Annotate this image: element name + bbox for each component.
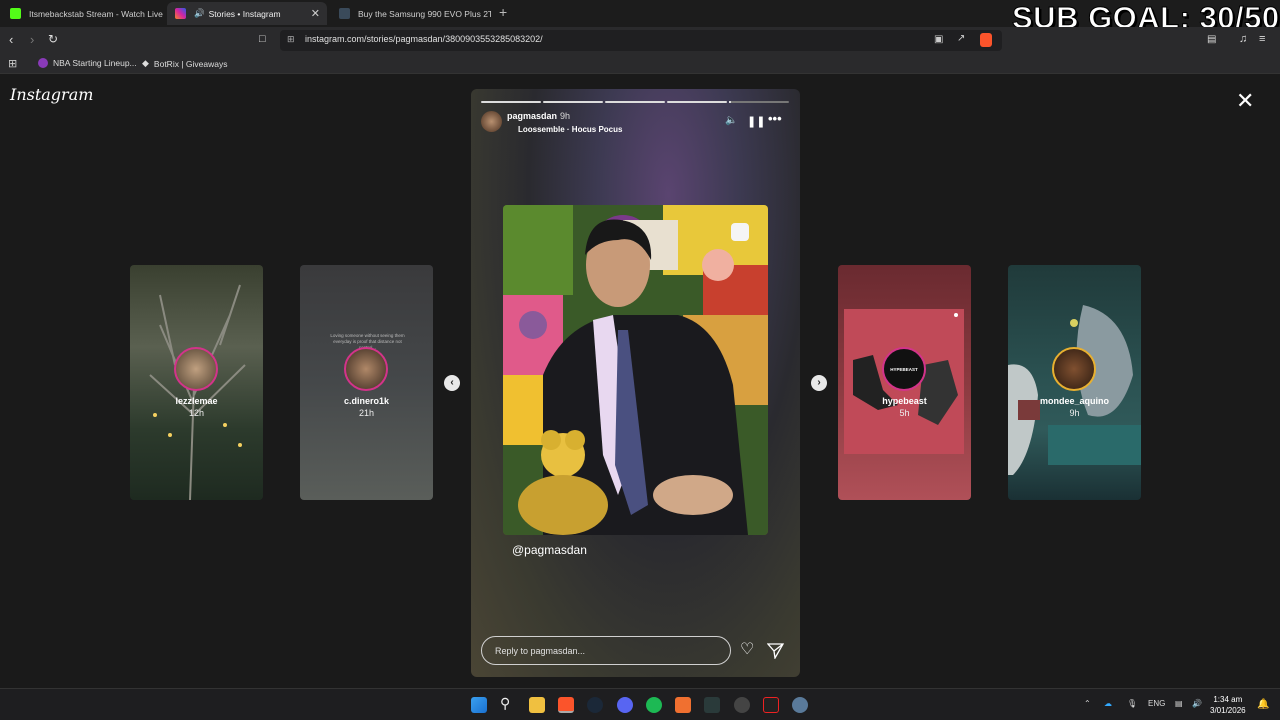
bookmark-botrix[interactable]: ◆ BotRix | Giveaways [142,58,227,69]
app-icon-x[interactable] [763,697,779,713]
side-story-lezzlemae[interactable]: lezzlemae 12h [130,265,263,500]
new-tab-button[interactable]: + [499,4,507,20]
heart-icon[interactable]: ♡ [740,639,754,659]
previous-story-button[interactable]: ‹ [444,375,460,391]
story-username[interactable]: pagmasdan [507,111,557,121]
instagram-icon [175,8,186,19]
story-username: c.dinero1k [343,396,390,406]
story-song[interactable]: Loossemble · Hocus Pocus [518,125,622,134]
avatar [1052,347,1096,391]
sidebar-icon[interactable]: ▤ [1207,34,1216,45]
story-username: lezzlemae [175,396,218,406]
story-time: 12h [188,408,205,418]
clock[interactable]: 1:34 am 3/01/2026 [1210,694,1246,716]
story-username: hypebeast [882,396,927,406]
bookmark-nba[interactable]: NBA Starting Lineup... [38,58,137,68]
apps-grid-icon[interactable]: ⊞ [8,57,17,70]
microphone-icon[interactable]: 🎙 [1127,699,1137,708]
story-photo [503,205,768,535]
botrix-icon: ◆ [142,58,149,68]
clock-date: 3/01/2026 [1210,706,1246,715]
close-stories-icon[interactable]: ✕ [1236,90,1254,112]
reload-icon[interactable]: ↻ [48,32,58,46]
tab-instagram-stories[interactable]: 🔊 Stories • Instagram ✕ [167,2,327,25]
tab-samsung[interactable]: Buy the Samsung 990 EVO Plus 2TB [331,2,491,25]
progress-segment [605,101,665,103]
back-icon[interactable]: ‹ [9,32,13,47]
side-story-c-dinero1k[interactable]: Loving someone without seeing them every… [300,265,433,500]
spotify-icon[interactable] [646,697,662,713]
cast-icon[interactable]: ▣ [934,34,943,45]
pcbyte-icon [339,8,350,19]
close-tab-icon[interactable]: ✕ [311,7,320,20]
tab-label: Itsmebackstab Stream - Watch Live o [29,8,165,19]
story-time: 9h [1069,408,1080,418]
tab-label: Stories • Instagram [208,8,281,19]
progress-segment [543,101,603,103]
reply-input[interactable]: Reply to pagmasdan... [481,636,731,665]
tray-chevron-icon[interactable]: ⌃ [1084,699,1091,708]
brave-shields-icon[interactable] [980,33,992,47]
tab-kick-stream[interactable]: Itsmebackstab Stream - Watch Live o [2,2,165,25]
avatar: HYPEBEAST [882,347,926,391]
story-mention[interactable]: @pagmasdan [512,543,587,557]
kick-icon [10,8,21,19]
site-info-icon[interactable]: ⊞ [287,34,295,45]
obs-icon[interactable] [734,697,750,713]
side-story-mondee-aquino[interactable]: mondee_aquino 9h [1008,265,1141,500]
side-story-hypebeast[interactable]: HYPEBEAST hypebeast 5h [838,265,971,500]
main-story[interactable]: pagmasdan 9h Loossemble · Hocus Pocus 🔈 … [471,89,800,677]
onedrive-icon[interactable]: ☁ [1104,699,1112,708]
taskbar: ⚲ ⌃ ☁ 🎙 ENG ▤ 🔊 1:34 am 3/01/2026 🔔 [0,688,1280,720]
clock-time: 1:34 am [1213,695,1243,704]
bookmark-icon[interactable]: □ [259,33,266,45]
volume-tray-icon[interactable]: 🔊 [1192,699,1202,708]
browser-nav-bar: ‹ › ↻ □ ⊞ instagram.com/stories/pagmasda… [0,27,1280,53]
hypebeast-logo: HYPEBEAST [890,366,918,372]
settings-icon[interactable] [792,697,808,713]
story-time: 5h [899,408,910,418]
steam-icon[interactable] [587,697,603,713]
pause-icon[interactable]: ❚❚ [747,115,765,128]
story-avatar[interactable] [481,111,502,132]
progress-fill [729,101,731,103]
bookmark-label: NBA Starting Lineup... [53,58,137,68]
forward-icon[interactable]: › [30,32,34,47]
language-indicator[interactable]: ENG [1148,699,1165,708]
progress-segment [481,101,541,103]
address-bar[interactable]: ⊞ instagram.com/stories/pagmasdan/380090… [280,30,1002,51]
instagram-logo[interactable]: Instagram [10,85,93,104]
speaker-icon: 🔊 [194,8,205,18]
file-explorer-icon[interactable] [529,697,545,713]
bookmark-label: BotRix | Giveaways [153,58,228,69]
nba-favicon-icon [38,58,48,68]
tab-label: Buy the Samsung 990 EVO Plus 2TB [358,8,491,19]
bookmarks-bar: ⊞ NBA Starting Lineup... ◆ BotRix | Give… [0,53,1280,74]
more-options-icon[interactable]: ••• [768,111,782,126]
start-icon[interactable] [471,697,487,713]
menu-icon[interactable]: ≡ [1259,33,1265,45]
story-time: 21h [358,408,375,418]
music-icon[interactable]: ♫ [1239,33,1247,45]
terminal-icon[interactable] [704,697,720,713]
avatar [174,347,218,391]
notification-icon[interactable]: 🔔 [1257,699,1269,710]
story-username: mondee_aquino [1039,396,1109,406]
brave-browser-icon[interactable] [558,697,574,713]
network-icon[interactable]: ▤ [1175,699,1183,708]
share-icon[interactable]: ↗ [957,33,965,44]
search-icon[interactable]: ⚲ [500,695,510,712]
url-text: instagram.com/stories/pagmasdan/38009035… [305,34,543,44]
instagram-stories-page: Instagram ✕ lezzlemae 12h Loving someone… [0,76,1280,688]
volume-icon[interactable]: 🔈 [725,115,737,126]
send-icon[interactable] [767,643,785,659]
next-story-button[interactable]: › [811,375,827,391]
discord-icon[interactable] [617,697,633,713]
progress-segment-current [729,101,789,103]
avatar [344,347,388,391]
collage-photo [503,205,768,535]
story-time: 9h [560,111,571,121]
progress-segment [667,101,727,103]
app-icon-a[interactable] [675,697,691,713]
